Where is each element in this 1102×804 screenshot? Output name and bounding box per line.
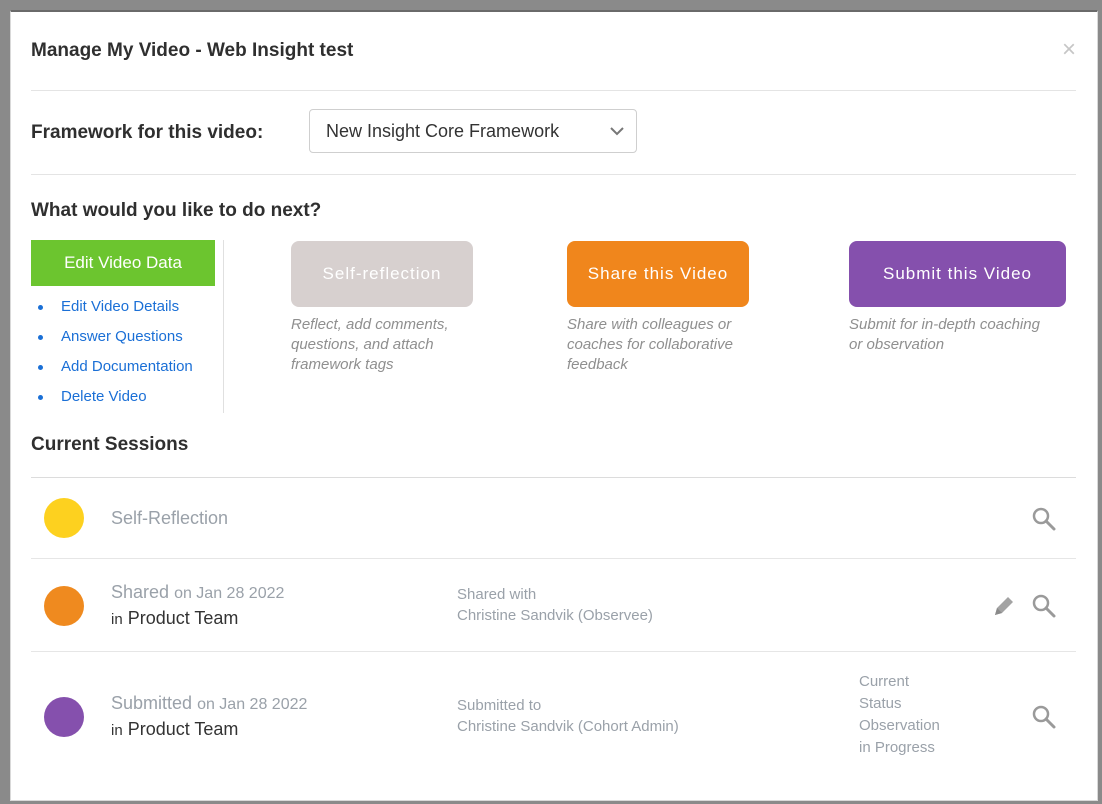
modal-title: Manage My Video - Web Insight test <box>31 40 354 61</box>
team-prefix: in <box>111 611 123 628</box>
self-reflection-button[interactable]: Self-reflection <box>291 241 473 307</box>
shared-with-label: Shared with <box>457 586 537 603</box>
session-name-line: Shared on Jan 28 2022 <box>111 582 284 603</box>
framework-selected-value: New Insight Core Framework <box>326 120 560 141</box>
current-sessions-title: Current Sessions <box>31 434 189 455</box>
add-documentation-link[interactable]: Add Documentation <box>31 358 193 388</box>
status-line: in Progress <box>859 739 935 756</box>
delete-video-link[interactable]: Delete Video <box>31 388 193 418</box>
team-prefix: in <box>111 722 123 739</box>
edit-video-data-button[interactable]: Edit Video Data <box>31 240 215 286</box>
session-row-self-reflection: Self-Reflection <box>31 478 1076 559</box>
submit-video-action: Submit this Video Submit for in-depth co… <box>849 241 1066 355</box>
search-icon[interactable] <box>1031 506 1057 532</box>
session-name: Submitted <box>111 693 193 713</box>
team-name: Product Team <box>127 608 239 628</box>
framework-label: Framework for this video: <box>31 122 264 143</box>
manage-video-modal: Manage My Video - Web Insight test × Fra… <box>10 10 1098 801</box>
session-team-line: in Product Team <box>111 608 238 629</box>
current-status: Current Status Observation in Progress <box>859 671 940 759</box>
pencil-icon[interactable] <box>991 593 1017 619</box>
framework-select[interactable]: New Insight Core Framework <box>309 109 637 153</box>
shared-with-person: Christine Sandvik (Observee) <box>457 607 653 624</box>
session-date: on Jan 28 2022 <box>174 585 285 602</box>
search-icon[interactable] <box>1031 593 1057 619</box>
status-dot <box>44 586 84 626</box>
edit-video-column: Edit Video Data Edit Video Details Answe… <box>31 240 224 413</box>
chevron-down-icon <box>610 127 624 136</box>
team-name: Product Team <box>127 719 239 739</box>
close-icon[interactable]: × <box>1062 38 1076 62</box>
self-reflection-action: Self-reflection Reflect, add comments, q… <box>291 241 486 375</box>
session-name: Shared <box>111 582 170 602</box>
next-steps-title: What would you like to do next? <box>31 200 322 221</box>
share-video-action: Share this Video Share with colleagues o… <box>567 241 757 375</box>
framework-row: Framework for this video: New Insight Co… <box>31 90 1076 175</box>
session-name: Self-Reflection <box>111 508 229 528</box>
status-line: Status <box>859 695 902 712</box>
share-video-desc: Share with colleagues or coaches for col… <box>567 316 733 373</box>
status-line: Current <box>859 673 910 690</box>
submit-video-desc: Submit for in-depth coaching or observat… <box>849 316 1040 353</box>
session-row-submitted: Submitted on Jan 28 2022 in Product Team… <box>31 652 1076 780</box>
session-row-shared: Shared on Jan 28 2022 in Product Team Sh… <box>31 559 1076 652</box>
search-icon[interactable] <box>1031 704 1057 730</box>
status-dot <box>44 697 84 737</box>
submitted-to-label: Submitted to <box>457 697 542 714</box>
session-date: on Jan 28 2022 <box>197 696 308 713</box>
shared-with-info: Shared with Christine Sandvik (Observee) <box>457 584 653 626</box>
edit-video-details-link[interactable]: Edit Video Details <box>31 298 193 328</box>
answer-questions-link[interactable]: Answer Questions <box>31 328 193 358</box>
edit-links-list: Edit Video Details Answer Questions Add … <box>31 298 193 418</box>
self-reflection-desc: Reflect, add comments, questions, and at… <box>291 316 449 373</box>
modal-header: Manage My Video - Web Insight test × <box>31 12 1076 91</box>
session-team-line: in Product Team <box>111 719 238 740</box>
submitted-to-person: Christine Sandvik (Cohort Admin) <box>457 718 679 735</box>
sessions-list: Self-Reflection Shared on Jan 28 2022 in… <box>31 477 1076 780</box>
submitted-to-info: Submitted to Christine Sandvik (Cohort A… <box>457 695 679 737</box>
share-video-button[interactable]: Share this Video <box>567 241 749 307</box>
session-name-line: Submitted on Jan 28 2022 <box>111 693 307 714</box>
submit-video-button[interactable]: Submit this Video <box>849 241 1066 307</box>
status-dot <box>44 498 84 538</box>
status-line: Observation <box>859 717 940 734</box>
